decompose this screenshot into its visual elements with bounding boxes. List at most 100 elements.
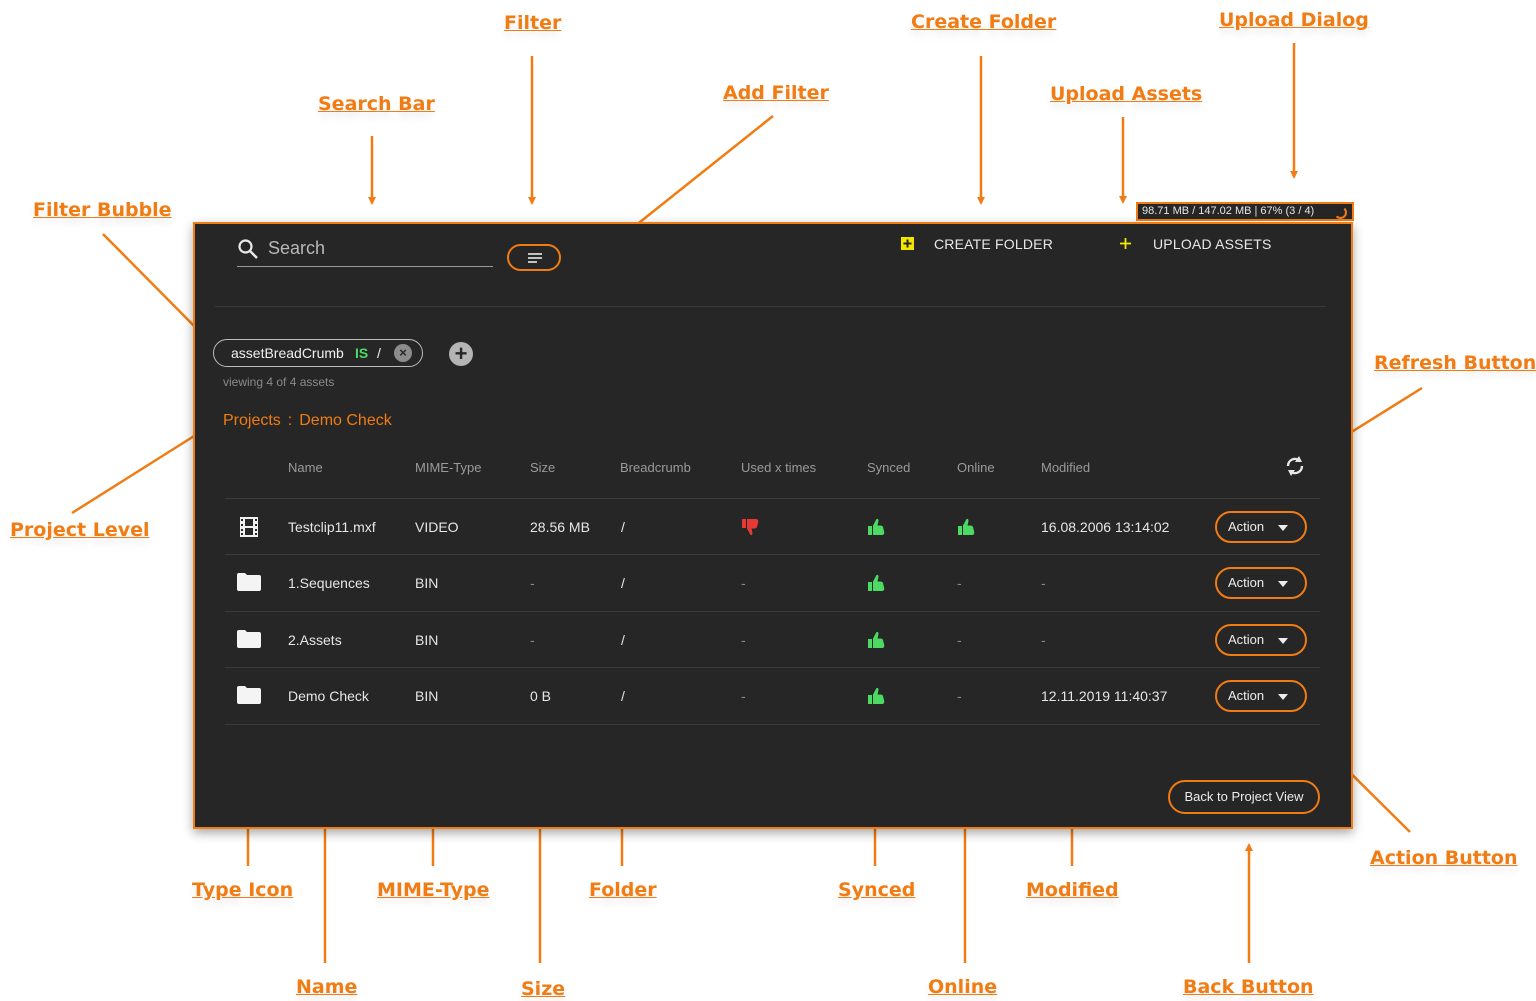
asset-count: viewing 4 of 4 assets (223, 375, 335, 389)
header-mime[interactable]: MIME-Type (415, 460, 481, 475)
cell-used: - (741, 688, 746, 704)
annotation-name: Name (296, 976, 358, 998)
cell-mime: BIN (415, 688, 439, 704)
action-button[interactable]: Action (1215, 624, 1307, 656)
filter-lines-icon (528, 253, 542, 263)
cell-mime: VIDEO (415, 519, 459, 535)
refresh-icon[interactable] (1284, 454, 1306, 478)
cell-used: - (741, 575, 746, 591)
cell-size: 0 B (530, 688, 552, 704)
thumbs-up-icon (868, 574, 885, 591)
header-synced[interactable]: Synced (867, 460, 910, 475)
annotation-create-folder: Create Folder (911, 11, 1057, 33)
action-label: Action (1228, 632, 1265, 647)
thumbs-down-icon (742, 519, 759, 536)
annotation-refresh-button: Refresh Button (1374, 352, 1536, 374)
upload-assets-label: UPLOAD ASSETS (1153, 236, 1272, 252)
annotation-type-icon: Type Icon (192, 879, 294, 901)
annotation-folder: Folder (589, 879, 657, 901)
arrow-filter-bubble (102, 233, 208, 340)
add-filter-button[interactable]: + (449, 342, 473, 366)
search-bar[interactable]: Search (237, 234, 493, 267)
thumbs-up-icon (868, 631, 885, 648)
table-row[interactable]: Testclip11.mxf VIDEO 28.56 MB / 16.08.20… (225, 498, 1320, 555)
folder-icon (237, 573, 261, 591)
cell-breadcrumb: / (621, 519, 625, 535)
cell-modified: 16.08.2006 13:14:02 (1041, 519, 1170, 535)
film-icon (240, 517, 258, 537)
cell-name[interactable]: 2.Assets (288, 612, 342, 668)
upload-progress-text: 98.71 MB / 147.02 MB | 67% (3 / 4) (1142, 205, 1315, 217)
create-folder-button[interactable]: CREATE FOLDER (901, 236, 1053, 252)
search-icon (238, 239, 258, 259)
folder-icon (237, 686, 261, 704)
caret-down-icon (1278, 638, 1288, 644)
table-row[interactable]: 2.Assets BIN - / - - - Action (225, 611, 1320, 668)
header-online[interactable]: Online (957, 460, 995, 475)
upload-assets-button[interactable]: UPLOAD ASSETS (1120, 236, 1272, 252)
cell-name[interactable]: Testclip11.mxf (288, 499, 376, 555)
breadcrumb-root[interactable]: Projects (223, 412, 281, 429)
folder-icon (237, 630, 261, 648)
header-used[interactable]: Used x times (741, 460, 816, 475)
arrow-project-level (71, 424, 212, 515)
search-input[interactable]: Search (268, 238, 325, 259)
cell-name[interactable]: 1.Sequences (288, 555, 370, 611)
cell-online: - (957, 575, 962, 591)
cell-modified: 12.11.2019 11:40:37 (1041, 688, 1168, 704)
annotation-project-level: Project Level (10, 519, 150, 541)
header-size[interactable]: Size (530, 460, 555, 475)
table-row[interactable]: 1.Sequences BIN - / - - - Action (225, 554, 1320, 611)
caret-down-icon (1278, 581, 1288, 587)
remove-filter-icon[interactable]: × (394, 344, 412, 362)
annotation-mime-type: MIME-Type (377, 879, 490, 901)
asset-browser-panel: Search CREATE FOLDER UPLOAD ASSETS asset… (193, 222, 1353, 829)
caret-down-icon (1278, 694, 1288, 700)
annotation-filter: Filter (504, 12, 562, 34)
cell-online: - (957, 632, 962, 648)
annotation-add-filter: Add Filter (723, 82, 829, 104)
project-breadcrumb: Projects: Demo Check (223, 412, 399, 430)
breadcrumb-separator: : (287, 412, 293, 429)
cell-modified: - (1041, 575, 1046, 591)
annotation-search-bar: Search Bar (318, 93, 435, 115)
annotation-modified: Modified (1026, 879, 1119, 901)
upload-dialog[interactable]: 98.71 MB / 147.02 MB | 67% (3 / 4) (1136, 202, 1354, 221)
filter-value: / (377, 345, 381, 361)
cell-mime: BIN (415, 575, 439, 591)
filter-button[interactable] (507, 244, 561, 271)
action-label: Action (1228, 519, 1265, 534)
action-button[interactable]: Action (1215, 680, 1307, 712)
cell-breadcrumb: / (621, 688, 625, 704)
cell-mime: BIN (415, 632, 439, 648)
filter-bubble[interactable]: assetBreadCrumb IS / × (213, 339, 423, 367)
annotation-action-button: Action Button (1370, 847, 1518, 869)
cell-name[interactable]: Demo Check (288, 668, 369, 724)
filter-field: assetBreadCrumb (231, 345, 344, 361)
cell-online: - (957, 688, 962, 704)
cell-size: - (530, 575, 535, 591)
annotation-back-button: Back Button (1183, 976, 1314, 998)
breadcrumb-current[interactable]: Demo Check (299, 412, 391, 429)
caret-down-icon (1278, 525, 1288, 531)
cell-modified: - (1041, 632, 1046, 648)
action-label: Action (1228, 575, 1265, 590)
back-to-project-button[interactable]: Back to Project View (1168, 780, 1320, 814)
plus-icon (1120, 238, 1131, 249)
filter-operator: IS (355, 345, 369, 361)
action-button[interactable]: Action (1215, 511, 1307, 543)
annotation-online: Online (928, 976, 998, 998)
cell-breadcrumb: / (621, 632, 625, 648)
table-bottom-border (225, 724, 1320, 725)
spinner-icon (1334, 206, 1347, 219)
thumbs-up-icon (958, 518, 975, 535)
header-breadcrumb[interactable]: Breadcrumb (620, 460, 691, 475)
table-row[interactable]: Demo Check BIN 0 B / - - 12.11.2019 11:4… (225, 667, 1320, 724)
annotation-upload-dialog: Upload Dialog (1219, 9, 1369, 31)
cell-breadcrumb: / (621, 575, 625, 591)
action-button[interactable]: Action (1215, 567, 1307, 599)
header-modified[interactable]: Modified (1041, 460, 1090, 475)
header-name[interactable]: Name (288, 460, 323, 475)
create-folder-icon (901, 237, 914, 250)
cell-used: - (741, 632, 746, 648)
